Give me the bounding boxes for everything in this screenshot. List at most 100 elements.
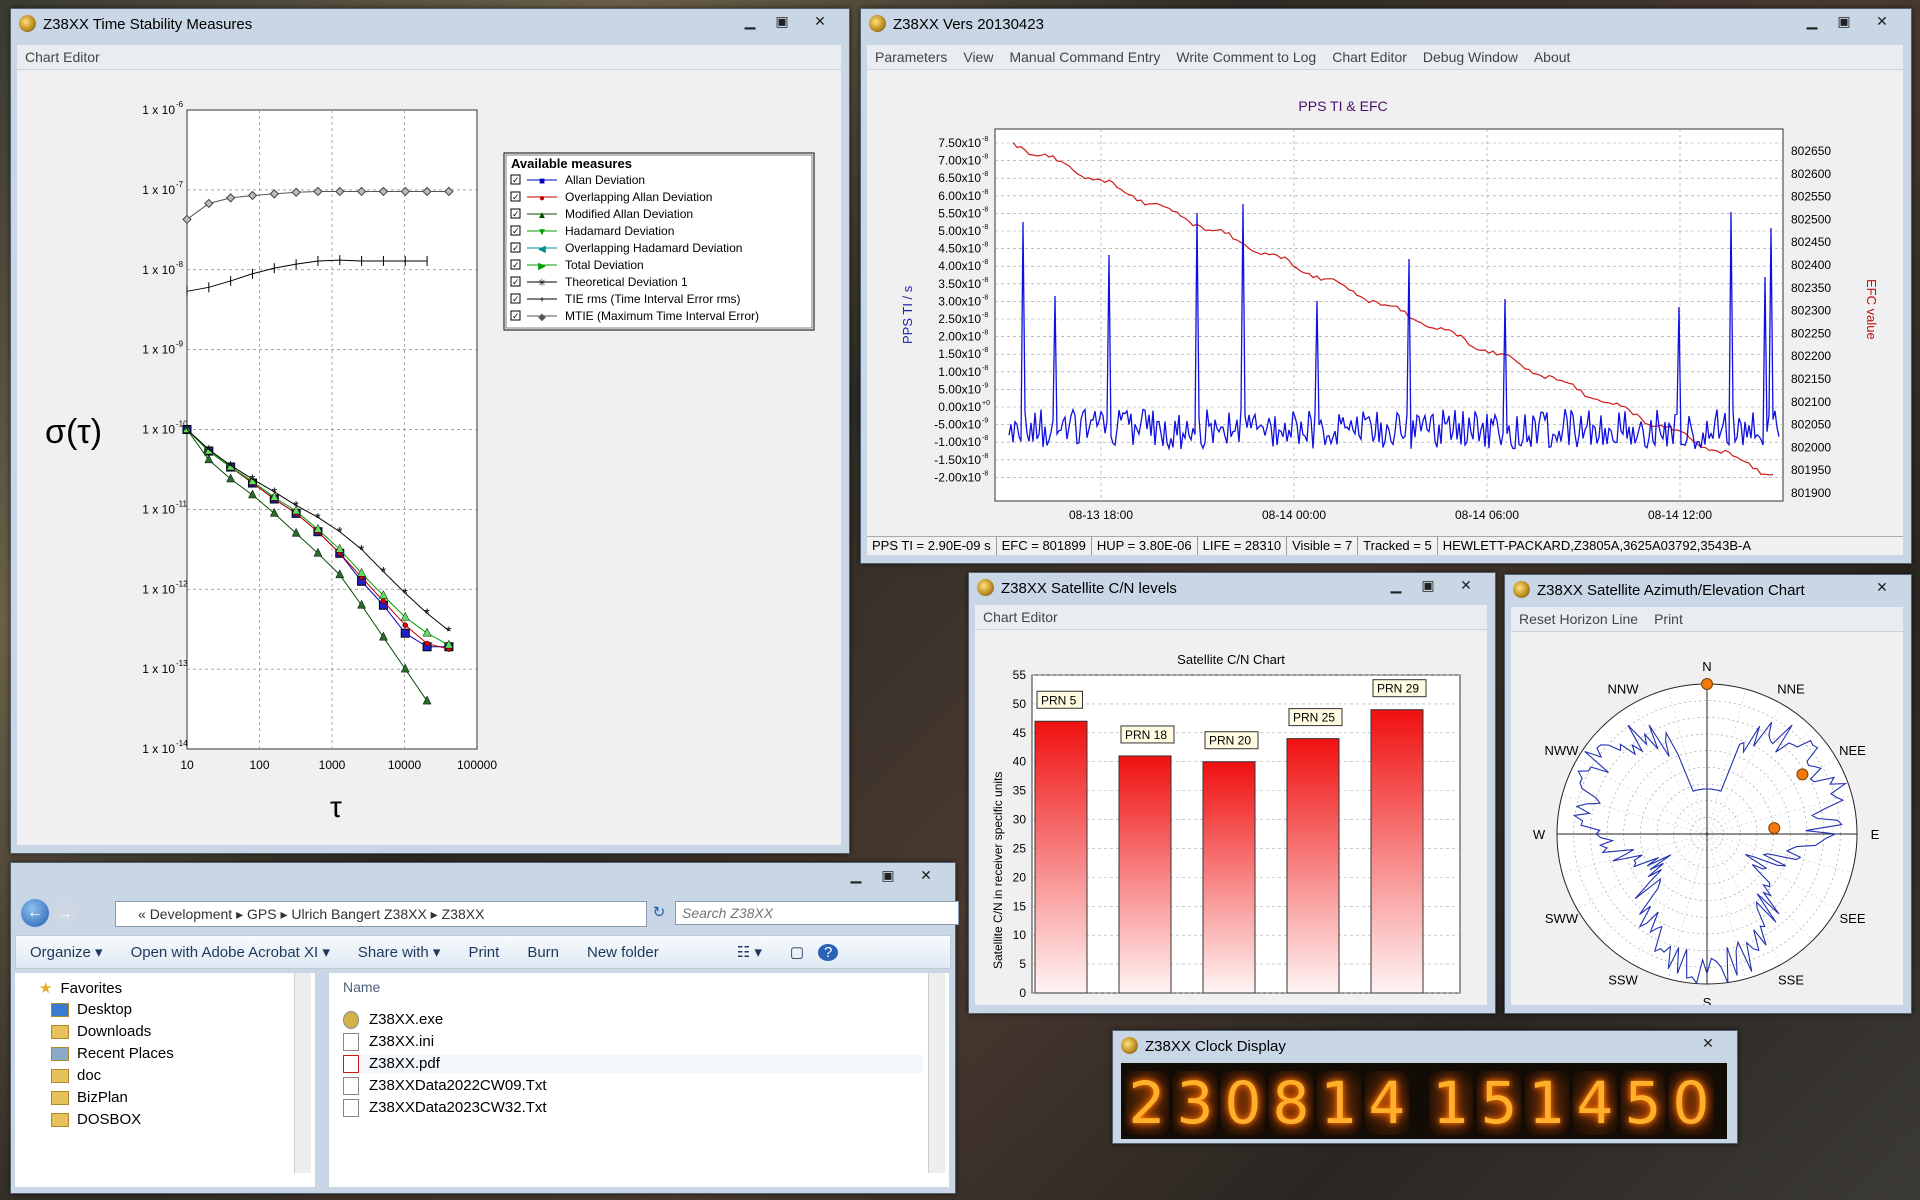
maximize-button[interactable]: ▣	[1829, 11, 1859, 31]
nav-bizplan[interactable]: BizPlan	[51, 1089, 128, 1106]
print-menu[interactable]: Print	[1646, 611, 1691, 627]
stability-window[interactable]: Z38XX Time Stability Measures ▁ ▣ ✕ Char…	[10, 8, 850, 854]
left-tick-label: 1.50x10	[938, 347, 981, 361]
open-with-button[interactable]: Open with Adobe Acrobat XI ▾	[117, 943, 344, 961]
left-tick-label: 4.00x10	[938, 259, 981, 273]
cn-bar	[1034, 720, 1088, 994]
maximize-button[interactable]: ▣	[767, 11, 797, 31]
chart-editor-menu[interactable]: Chart Editor	[975, 609, 1066, 625]
path-ulrich[interactable]: Ulrich Bangert Z38XX	[291, 906, 426, 922]
menu-write-comment[interactable]: Write Comment to Log	[1168, 49, 1324, 65]
address-bar[interactable]: « Development ▸ GPS ▸ Ulrich Bangert Z38…	[115, 901, 647, 927]
close-button[interactable]: ✕	[1861, 11, 1903, 31]
file-scrollbar[interactable]	[928, 973, 945, 1173]
nixie-digit: 3	[1173, 1071, 1217, 1135]
path-gps[interactable]: GPS	[247, 906, 277, 922]
back-button[interactable]: ←	[21, 899, 49, 927]
legend-marker: ▼	[537, 227, 547, 238]
print-button[interactable]: Print	[454, 944, 513, 961]
menu-chart-editor[interactable]: Chart Editor	[1324, 49, 1415, 65]
minimize-button[interactable]: ▁	[841, 865, 871, 885]
navigation-pane[interactable]: ★ Favorites Desktop Downloads Recent Plac…	[15, 973, 315, 1187]
reset-horizon-menu[interactable]: Reset Horizon Line	[1511, 611, 1646, 627]
close-button[interactable]: ✕	[799, 11, 841, 31]
preview-pane-icon[interactable]: ▢	[776, 943, 818, 961]
az-titlebar[interactable]: Z38XX Satellite Azimuth/Elevation Chart …	[1505, 575, 1911, 605]
file-item[interactable]: Z38XX.pdf	[343, 1055, 923, 1074]
cn-window[interactable]: Z38XX Satellite C/N levels ▁ ▣ ✕ Chart E…	[968, 572, 1496, 1014]
close-button[interactable]: ✕	[1687, 1033, 1729, 1053]
clock-window[interactable]: Z38XX Clock Display ✕ 230814151450	[1112, 1030, 1738, 1144]
nav-dosbox[interactable]: DOSBOX	[51, 1111, 141, 1128]
status-pps-ti: PPS TI = 2.90E-09 s	[867, 537, 997, 555]
menu-parameters[interactable]: Parameters	[867, 49, 955, 65]
point-oadev	[424, 640, 430, 647]
nav-scrollbar[interactable]	[294, 973, 311, 1173]
x-tick-label: 10	[180, 758, 194, 772]
left-tick-exponent: -8	[982, 365, 988, 372]
y-tick-label: 40	[1013, 755, 1027, 769]
minimize-button[interactable]: ▁	[1381, 575, 1411, 595]
right-tick-label: 802250	[1791, 326, 1831, 340]
share-with-button[interactable]: Share with ▾	[344, 943, 455, 961]
chart-editor-menu[interactable]: Chart Editor	[17, 49, 108, 65]
file-item[interactable]: Z38XX.exe	[343, 1011, 443, 1030]
direction-label: SEE	[1839, 911, 1865, 926]
view-options-icon[interactable]: ☷ ▾	[723, 943, 776, 961]
x-tick-label: 08-13 18:00	[1069, 508, 1133, 522]
status-efc: EFC = 801899	[997, 537, 1092, 555]
nav-doc[interactable]: doc	[51, 1067, 101, 1084]
close-button[interactable]: ✕	[1861, 577, 1903, 597]
direction-label: S	[1703, 995, 1712, 1005]
file-item[interactable]: Z38XXData2023CW32.Txt	[343, 1099, 547, 1118]
new-folder-button[interactable]: New folder	[573, 944, 673, 961]
main-window[interactable]: Z38XX Vers 20130423 ▁ ▣ ✕ Parameters Vie…	[860, 8, 1912, 564]
bar-label: PRN 29	[1377, 682, 1419, 696]
column-header-name[interactable]: Name	[343, 979, 380, 995]
direction-label: NNE	[1777, 682, 1805, 697]
menu-manual-command[interactable]: Manual Command Entry	[1001, 49, 1168, 65]
main-titlebar[interactable]: Z38XX Vers 20130423 ▁ ▣ ✕	[861, 9, 1911, 39]
file-list[interactable]: Name Z38XX.exe Z38XX.ini Z38XX.pdf Z38XX…	[329, 973, 949, 1187]
burn-button[interactable]: Burn	[513, 944, 573, 961]
file-item[interactable]: Z38XXData2022CW09.Txt	[343, 1077, 547, 1096]
file-item[interactable]: Z38XX.ini	[343, 1033, 434, 1052]
exe-icon	[343, 1011, 359, 1030]
left-tick-exponent: -8	[982, 453, 988, 460]
nav-favorites[interactable]: ★ Favorites	[39, 979, 122, 997]
menu-about[interactable]: About	[1526, 49, 1579, 65]
minimize-button[interactable]: ▁	[735, 11, 765, 31]
forward-button[interactable]: →	[53, 901, 77, 925]
explorer-titlebar[interactable]: ▁ ▣ ✕	[11, 863, 955, 893]
nav-recent-places[interactable]: Recent Places	[51, 1045, 174, 1062]
close-button[interactable]: ✕	[1445, 575, 1487, 595]
y-tick-label: 15	[1013, 899, 1027, 913]
direction-label: SWW	[1545, 911, 1579, 926]
menu-view[interactable]: View	[955, 49, 1001, 65]
refresh-button[interactable]: ↻	[647, 901, 671, 925]
folder-icon	[51, 1113, 69, 1128]
path-development[interactable]: Development	[150, 906, 233, 922]
azimuth-window[interactable]: Z38XX Satellite Azimuth/Elevation Chart …	[1504, 574, 1912, 1014]
stability-titlebar[interactable]: Z38XX Time Stability Measures ▁ ▣ ✕	[11, 9, 849, 39]
minimize-button[interactable]: ▁	[1797, 11, 1827, 31]
organize-button[interactable]: Organize ▾	[16, 943, 117, 961]
menu-debug-window[interactable]: Debug Window	[1415, 49, 1526, 65]
search-input[interactable]	[675, 901, 959, 925]
path-z38xx[interactable]: Z38XX	[442, 906, 485, 922]
maximize-button[interactable]: ▣	[873, 865, 903, 885]
nav-desktop[interactable]: Desktop	[51, 1001, 132, 1018]
satellite-marker	[1701, 678, 1713, 690]
cn-titlebar[interactable]: Z38XX Satellite C/N levels ▁ ▣ ✕	[969, 573, 1495, 603]
cn-yticks: 5550454035302520151050	[1013, 668, 1027, 1000]
close-button[interactable]: ✕	[905, 865, 947, 885]
nav-downloads[interactable]: Downloads	[51, 1023, 151, 1040]
legend-label: Allan Deviation	[565, 173, 645, 187]
right-tick-label: 802300	[1791, 304, 1831, 318]
maximize-button[interactable]: ▣	[1413, 575, 1443, 595]
clock-titlebar[interactable]: Z38XX Clock Display ✕	[1113, 1031, 1737, 1061]
help-icon[interactable]: ?	[818, 943, 839, 961]
check-icon: ✓	[512, 294, 520, 304]
explorer-window[interactable]: ▁ ▣ ✕ ← → « Development ▸ GPS ▸ Ulrich B…	[10, 862, 959, 1194]
y-tick-label: 5	[1019, 957, 1026, 971]
